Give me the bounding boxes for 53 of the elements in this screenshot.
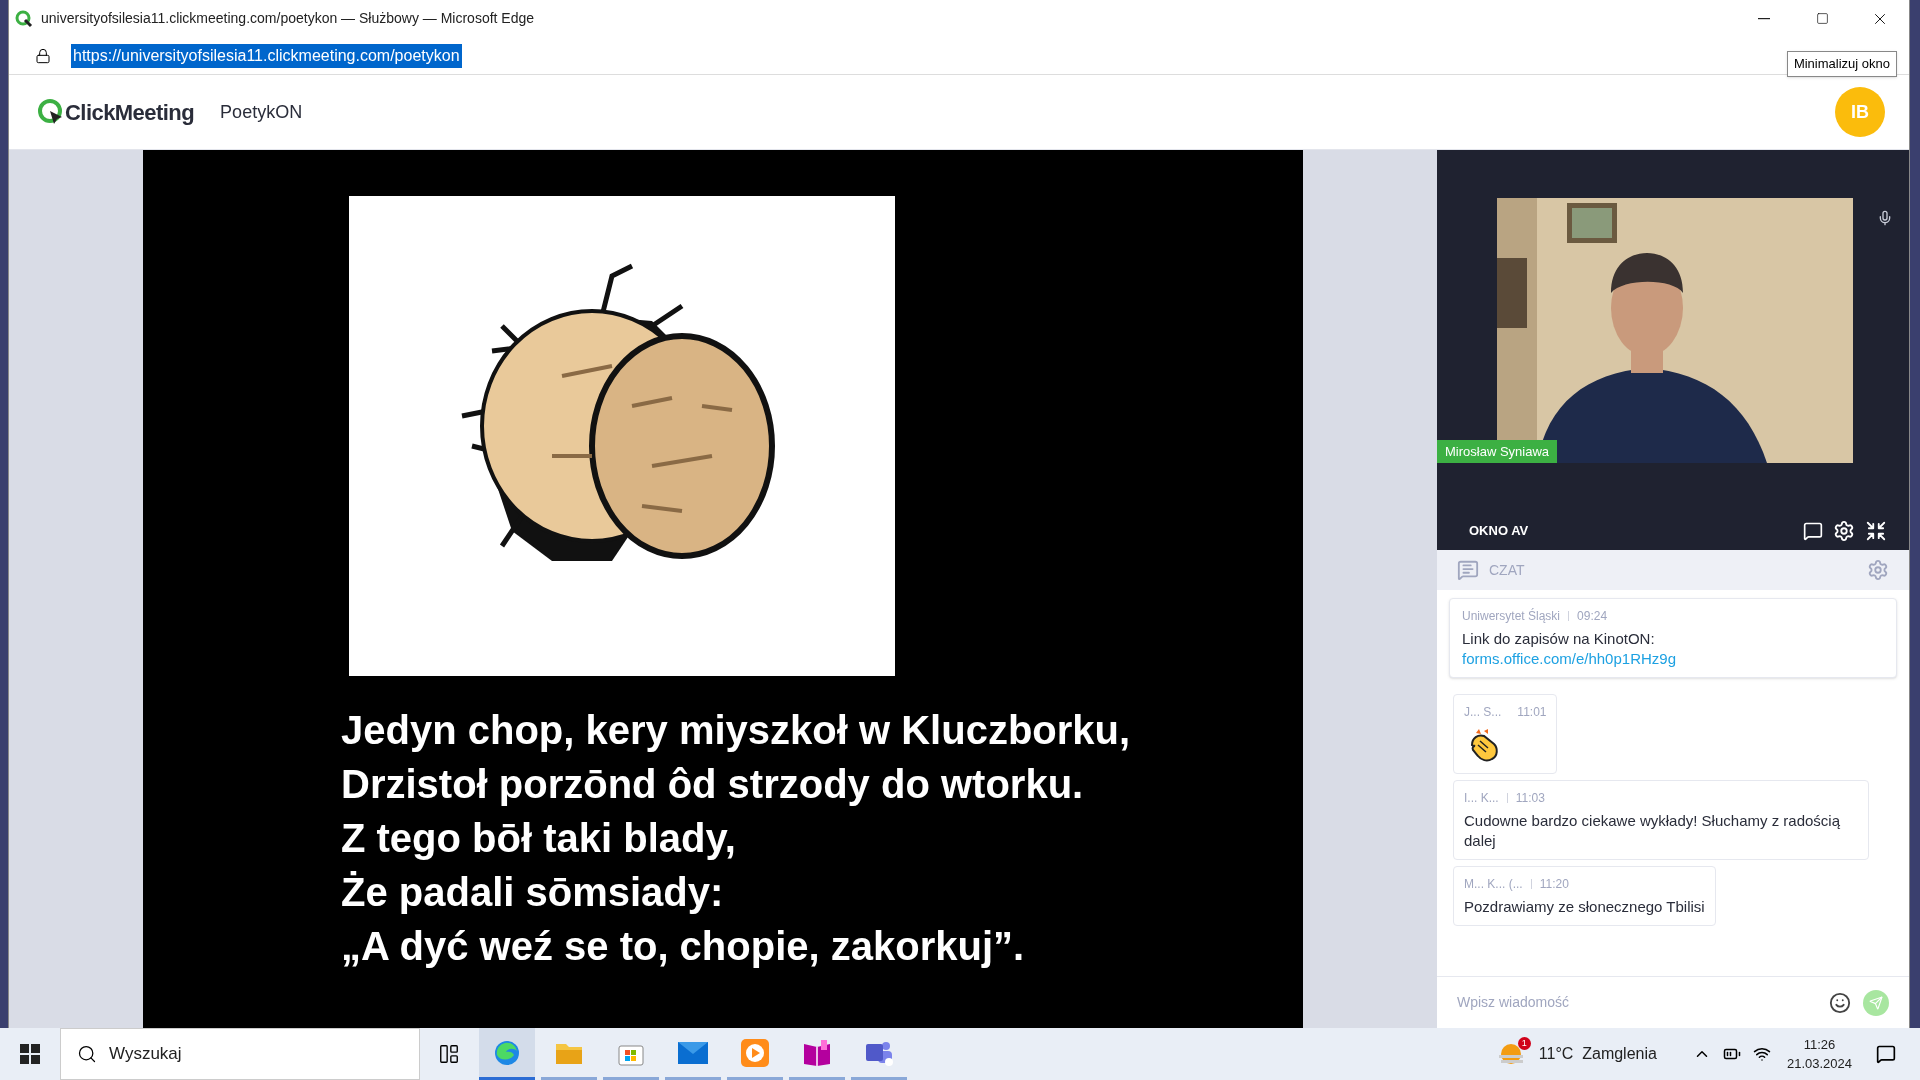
message-link[interactable]: forms.office.com/e/hh0p1RHz9g	[1462, 649, 1676, 669]
panel-title: OKNO AV	[1469, 522, 1529, 541]
shrink-icon[interactable]	[1865, 520, 1887, 542]
message-time: 09:24	[1577, 608, 1608, 625]
site-icon	[15, 9, 33, 28]
tooltip: Minimalizuj okno	[1786, 51, 1897, 77]
logo-icon	[37, 98, 65, 126]
message-author: I... K...	[1464, 790, 1499, 807]
message-text: Link do zapisów na KinotON:	[1462, 629, 1656, 649]
weather-text: 11°C Zamglenia	[1538, 1044, 1657, 1064]
windows-icon	[20, 1044, 40, 1064]
message-time: 11:01	[1517, 704, 1547, 721]
settings-icon[interactable]	[1833, 520, 1855, 542]
slide-text-line: Z tego bōł taki blady,	[341, 816, 737, 861]
address-field[interactable]: https://universityofsilesia11.clickmeeting.com/poetykon	[71, 43, 462, 68]
message-text: Pozdrawiamy ze słonecznego Tbilisi	[1464, 897, 1705, 917]
maximize-icon	[1815, 12, 1829, 25]
wifi-icon	[1752, 1045, 1771, 1063]
taskbar-app[interactable]	[479, 1028, 535, 1080]
clock-time: 11:26	[1803, 1035, 1836, 1054]
play-icon	[741, 1038, 769, 1067]
mail-icon	[678, 1041, 708, 1064]
slide-text-line: Jedyn chop, kery miyszkoł w Kluczborku,	[341, 708, 1132, 753]
search-icon	[77, 1044, 97, 1064]
emoji-icon[interactable]	[1829, 991, 1851, 1014]
participant-name: Mirosław Syniawa	[1437, 439, 1558, 463]
message-author: Uniwersytet Śląski	[1462, 607, 1561, 625]
logo: ClickMeeting	[65, 98, 195, 127]
chat-bubble-icon[interactable]	[1803, 521, 1823, 541]
minimize-icon	[1758, 17, 1770, 20]
mic-icon	[1877, 210, 1893, 226]
browser-icon	[493, 1038, 521, 1067]
message-field[interactable]: Wpisz wiadomość	[1457, 992, 1829, 1013]
task-view-icon[interactable]	[438, 1043, 460, 1065]
message-text: Cudowne bardzo ciekawe wykłady! Słuchamy z radością dalej	[1464, 811, 1841, 851]
book-icon	[802, 1039, 832, 1066]
message-time: 11:03	[1515, 790, 1545, 807]
slide-text-line: Że padali sōmsiady:	[341, 870, 725, 915]
clock-date: 21.03.2024	[1786, 1055, 1852, 1073]
chat-title: CZAT	[1489, 560, 1525, 580]
message-author: J... S...	[1464, 704, 1502, 721]
window-title: universityofsilesia11.clickmeeting.com/poetykon — Służbowy — Microsoft Edge	[41, 9, 535, 28]
send-icon	[1869, 995, 1883, 1010]
notifications-icon[interactable]	[1876, 1044, 1896, 1064]
lock-icon	[35, 47, 51, 64]
event-title: PoetykON	[220, 100, 303, 124]
slide-text-line: „A dyć weź se to, chopie, zakorkuj”.	[341, 924, 1026, 969]
chat-icon	[1457, 559, 1479, 581]
taskbar-search[interactable]: Wyszukaj	[60, 1028, 420, 1080]
message-author: M... K... (...	[1464, 876, 1523, 893]
message-time: 11:20	[1539, 876, 1569, 893]
slide-text-line: Drzistoł porzōnd ôd strzody do wtorku.	[341, 762, 1085, 807]
notification-badge: 1	[1517, 1037, 1531, 1050]
